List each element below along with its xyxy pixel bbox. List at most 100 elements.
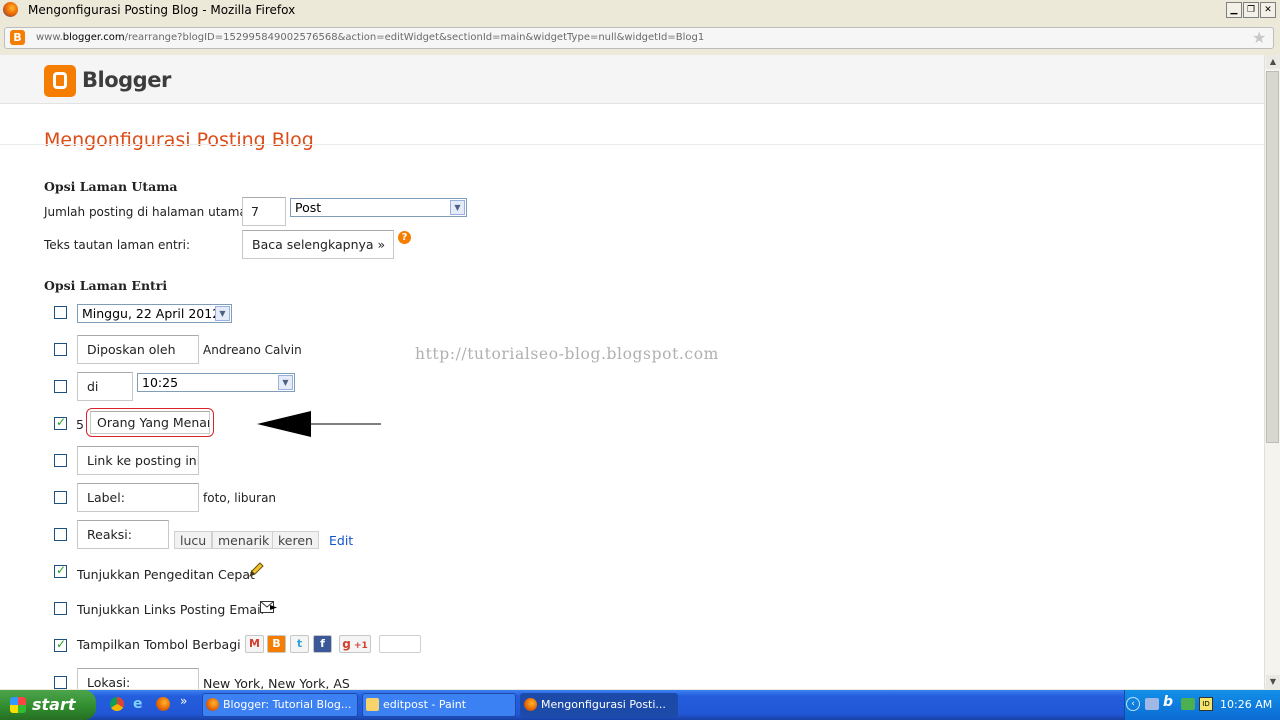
- scroll-up-icon[interactable]: ▲: [1266, 55, 1280, 69]
- posted-by-input[interactable]: Diposkan oleh: [77, 335, 199, 364]
- entry-options-heading: Opsi Laman Entri: [44, 278, 168, 293]
- url-prefix: www.: [36, 32, 63, 43]
- page-content: Blogger Mengonfigurasi Posting Blog Opsi…: [0, 55, 1264, 689]
- minimize-button[interactable]: ▁: [1226, 2, 1242, 18]
- time-checkbox[interactable]: [54, 380, 67, 393]
- location-input[interactable]: Lokasi:: [77, 668, 199, 689]
- chevron-down-icon: ▼: [278, 375, 293, 390]
- main-options-heading: Opsi Laman Utama: [44, 179, 178, 194]
- restore-button[interactable]: ❐: [1243, 2, 1259, 18]
- email-links-label: Tunjukkan Links Posting Email: [77, 602, 265, 617]
- vertical-scrollbar[interactable]: ▲ ▼: [1264, 55, 1280, 689]
- reaction-chip: lucu: [174, 531, 213, 549]
- comment-count: 5: [76, 417, 84, 432]
- jump-link-input[interactable]: Baca selengkapnya »: [242, 230, 394, 259]
- location-sample: New York, New York, AS: [203, 676, 350, 689]
- taskbar-item-paint[interactable]: editpost - Paint: [362, 693, 516, 717]
- quicklaunch-chevron-icon[interactable]: »: [180, 694, 187, 708]
- comment-label-input[interactable]: Orang Yang Menar: [90, 411, 210, 434]
- language-tray-icon[interactable]: ID: [1199, 697, 1213, 711]
- reactions-checkbox[interactable]: [54, 528, 67, 541]
- taskbar-item-config[interactable]: Mengonfigurasi Posti...: [520, 693, 678, 717]
- tray-collapse-icon[interactable]: ‹: [1126, 697, 1140, 711]
- network-tray-icon[interactable]: [1145, 698, 1159, 710]
- author-checkbox[interactable]: [54, 343, 67, 356]
- clock: 10:26 AM: [1220, 698, 1273, 711]
- bookmark-star-icon[interactable]: ★: [1252, 28, 1266, 47]
- chevron-down-icon: ▼: [450, 200, 465, 215]
- arrow-annotation-icon: [257, 411, 381, 437]
- divider: [0, 144, 1264, 145]
- post-link-checkbox[interactable]: [54, 454, 67, 467]
- time-prefix-input[interactable]: di: [77, 372, 133, 401]
- reactions-edit-link[interactable]: Edit: [329, 533, 353, 548]
- reactions-input[interactable]: Reaksi:: [77, 520, 169, 549]
- location-checkbox[interactable]: [54, 676, 67, 689]
- plus-one-count-bubble: [379, 635, 421, 653]
- bing-tray-icon[interactable]: b: [1163, 694, 1173, 710]
- taskbar-item-label: editpost - Paint: [383, 698, 467, 711]
- window-title: Mengonfigurasi Posting Blog - Mozilla Fi…: [28, 3, 296, 17]
- close-button[interactable]: ✕: [1260, 2, 1276, 18]
- email-links-checkbox[interactable]: [54, 602, 67, 615]
- post-unit-selected: Post: [295, 200, 322, 215]
- blogger-share-icon: B: [267, 635, 286, 653]
- reaction-chip: keren: [272, 531, 319, 549]
- plus-one-label: +1: [353, 641, 368, 651]
- post-count-input[interactable]: 7: [242, 197, 286, 226]
- watermark: http://tutorialseo-blog.blogspot.com: [415, 345, 719, 363]
- url-text[interactable]: www.blogger.com/rearrange?blogID=1529958…: [36, 32, 704, 43]
- security-tray-icon[interactable]: [1181, 698, 1195, 710]
- internet-explorer-icon[interactable]: e: [133, 696, 143, 712]
- start-button[interactable]: start: [0, 690, 96, 720]
- start-label: start: [32, 695, 76, 714]
- chrome-icon[interactable]: [110, 697, 124, 711]
- blogger-logo-icon[interactable]: [44, 65, 76, 97]
- google-plus-one-icon: g +1: [339, 635, 371, 653]
- date-format-selected: Minggu, 22 April 2012: [82, 306, 221, 321]
- blogger-logo-text[interactable]: Blogger: [82, 68, 171, 92]
- time-format-selected: 10:25: [142, 375, 179, 390]
- post-unit-select[interactable]: Post ▼: [290, 198, 467, 217]
- taskbar-item-label: Mengonfigurasi Posti...: [541, 698, 666, 711]
- labels-input[interactable]: Label:: [77, 483, 199, 512]
- reaction-chip: menarik: [212, 531, 276, 549]
- scrollbar-thumb[interactable]: [1266, 71, 1279, 443]
- author-name: Andreano Calvin: [203, 343, 302, 357]
- post-count-label: Jumlah posting di halaman utama:: [44, 205, 251, 219]
- paint-icon: [366, 698, 379, 711]
- time-format-select[interactable]: 10:25 ▼: [137, 373, 295, 392]
- quick-edit-checkbox[interactable]: [54, 563, 67, 578]
- blogger-favicon: B: [10, 30, 25, 45]
- labels-checkbox[interactable]: [54, 491, 67, 504]
- firefox-icon: [206, 698, 219, 711]
- url-path: /rearrange?blogID=152995849002576568&act…: [124, 32, 705, 43]
- gmail-share-icon: M: [245, 635, 264, 653]
- pencil-icon: [249, 562, 264, 577]
- scroll-down-icon[interactable]: ▼: [1266, 675, 1280, 689]
- firefox-icon: [3, 2, 18, 17]
- quick-edit-label: Tunjukkan Pengeditan Cepat: [77, 567, 255, 582]
- twitter-share-icon: t: [290, 635, 309, 653]
- labels-sample: foto, liburan: [203, 491, 277, 505]
- window-title-bar: Mengonfigurasi Posting Blog - Mozilla Fi…: [0, 0, 1280, 20]
- page-title: Mengonfigurasi Posting Blog: [44, 129, 314, 151]
- jump-link-label: Teks tautan laman entri:: [44, 238, 190, 252]
- comments-checkbox[interactable]: [54, 415, 67, 430]
- firefox-icon: [524, 698, 537, 711]
- windows-logo-icon: [10, 697, 26, 713]
- taskbar-item-blogger[interactable]: Blogger: Tutorial Blog...: [202, 693, 358, 717]
- share-buttons-checkbox[interactable]: [54, 637, 67, 652]
- share-buttons-label: Tampilkan Tombol Berbagi: [77, 637, 241, 652]
- blogger-header: [0, 55, 1264, 104]
- email-post-icon: [260, 601, 277, 613]
- post-link-input[interactable]: Link ke posting ini: [77, 446, 199, 475]
- chevron-down-icon: ▼: [215, 306, 230, 321]
- date-format-select[interactable]: Minggu, 22 April 2012 ▼: [77, 304, 232, 323]
- firefox-quicklaunch-icon[interactable]: [156, 697, 170, 711]
- url-domain: blogger.com: [62, 32, 125, 43]
- taskbar-item-label: Blogger: Tutorial Blog...: [223, 698, 352, 711]
- date-checkbox[interactable]: [54, 306, 67, 319]
- facebook-share-icon: f: [313, 635, 332, 653]
- help-icon[interactable]: ?: [398, 231, 411, 244]
